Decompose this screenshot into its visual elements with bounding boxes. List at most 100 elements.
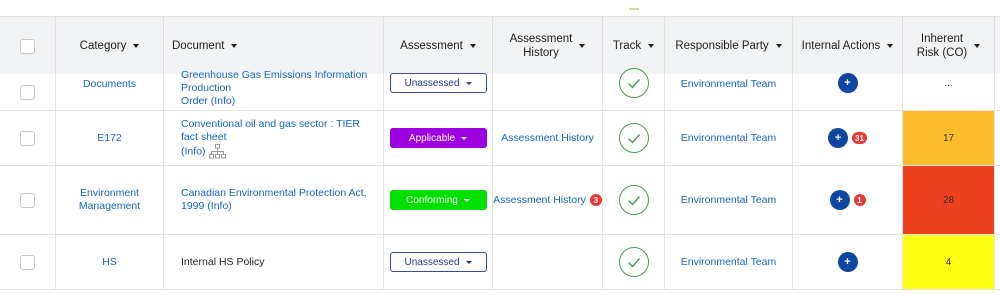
header-assessment-label: Assessment xyxy=(400,40,463,52)
document-link[interactable]: Conventional oil and gas sector : TIER f… xyxy=(181,118,377,159)
header-inherent-risk[interactable]: Inherent Risk (CO) xyxy=(903,17,995,75)
table-row: Environment Management Canadian Environme… xyxy=(0,166,1000,235)
document-link[interactable]: Canadian Environmental Protection Act, 1… xyxy=(181,187,377,213)
sort-caret-icon xyxy=(469,44,476,48)
partial-check-icon xyxy=(629,8,639,10)
check-circle-icon[interactable] xyxy=(618,185,649,215)
plus-icon[interactable]: + xyxy=(837,73,858,93)
header-responsible-party[interactable]: Responsible Party xyxy=(665,17,793,75)
chevron-down-icon xyxy=(463,198,470,202)
select-all-cell xyxy=(0,17,56,75)
header-document[interactable]: Document xyxy=(164,17,384,75)
history-count-badge: 3 xyxy=(589,194,602,206)
plus-icon[interactable]: + xyxy=(837,252,858,272)
document-link[interactable]: Greenhouse Gas Emissions Information Pro… xyxy=(181,69,377,108)
chevron-down-icon xyxy=(465,260,472,264)
check-circle-icon[interactable] xyxy=(618,68,649,98)
table-header: Category Document Assessment Assessment H… xyxy=(0,16,1000,75)
category-cell: Documents xyxy=(56,74,164,110)
chevron-down-icon xyxy=(465,81,472,85)
internal-actions-cell: + xyxy=(793,235,903,289)
row-checkbox[interactable] xyxy=(20,84,35,100)
header-category[interactable]: Category xyxy=(56,17,164,75)
risk-value: 17 xyxy=(942,132,955,144)
responsible-party-cell: Environmental Team xyxy=(665,166,793,234)
select-all-checkbox[interactable] xyxy=(20,38,35,54)
row-checkbox[interactable] xyxy=(20,254,35,270)
category-link[interactable]: Environment Management xyxy=(79,187,140,213)
header-assessment[interactable]: Assessment xyxy=(384,17,493,75)
assessment-dropdown[interactable]: Unassessed xyxy=(389,73,487,93)
table-row: HS Internal HS Policy Unassessed Environ… xyxy=(0,235,1000,290)
header-internal-actions[interactable]: Internal Actions xyxy=(793,17,903,75)
responsible-party-link[interactable]: Environmental Team xyxy=(681,132,777,145)
sort-caret-icon xyxy=(231,44,238,48)
header-assessment-history[interactable]: Assessment History xyxy=(493,17,603,75)
compliance-table: Category Document Assessment Assessment H… xyxy=(0,0,1000,295)
track-cell xyxy=(603,111,665,165)
sort-caret-icon xyxy=(974,44,981,48)
assessment-cell: Conforming xyxy=(384,166,493,234)
category-cell: E172 xyxy=(56,111,164,165)
header-inherent-risk-label: Inherent Risk (CO) xyxy=(916,33,968,59)
row-select-cell xyxy=(0,111,56,165)
track-cell xyxy=(603,68,665,110)
header-internal-actions-label: Internal Actions xyxy=(801,40,881,52)
category-cell: Environment Management xyxy=(56,166,164,234)
header-category-label: Category xyxy=(79,40,127,52)
internal-actions-cell: + xyxy=(793,73,903,110)
responsible-party-cell: Environmental Team xyxy=(665,111,793,165)
table-row: E172 Conventional oil and gas sector : T… xyxy=(0,111,1000,166)
responsible-party-cell: Environmental Team xyxy=(665,235,793,289)
assessment-dropdown[interactable]: Unassessed xyxy=(389,252,487,272)
document-cell: Greenhouse Gas Emissions Information Pro… xyxy=(164,69,384,110)
document-cell: Conventional oil and gas sector : TIER f… xyxy=(164,111,384,165)
check-circle-icon[interactable] xyxy=(618,123,649,153)
responsible-party-cell: Environmental Team xyxy=(665,74,793,110)
row-checkbox[interactable] xyxy=(20,192,35,208)
document-name[interactable]: Internal HS Policy xyxy=(181,256,264,268)
header-assessment-history-label: Assessment History xyxy=(509,33,573,59)
header-track-label: Track xyxy=(612,40,642,52)
hierarchy-icon[interactable] xyxy=(208,143,226,159)
assessment-cell: Unassessed xyxy=(384,73,493,110)
chevron-down-icon xyxy=(461,136,468,140)
assessment-dropdown[interactable]: Applicable xyxy=(389,128,487,148)
row-select-cell xyxy=(0,74,56,110)
internal-actions-cell: + 31 xyxy=(793,111,903,165)
category-link[interactable]: E172 xyxy=(97,132,122,145)
risk-value: 28 xyxy=(942,194,955,206)
internal-actions-cell: + 1 xyxy=(793,166,903,234)
row-checkbox[interactable] xyxy=(20,130,35,146)
plus-icon[interactable]: + xyxy=(829,190,850,210)
assessment-history-link[interactable]: Assessment History xyxy=(493,194,586,207)
track-cell xyxy=(603,235,665,289)
responsible-party-link[interactable]: Environmental Team xyxy=(681,194,777,207)
history-cell xyxy=(493,74,603,110)
responsible-party-link[interactable]: Environmental Team xyxy=(681,256,777,269)
category-link[interactable]: Documents xyxy=(83,78,136,91)
sort-caret-icon xyxy=(579,44,586,48)
row-select-cell xyxy=(0,235,56,289)
risk-value: ... xyxy=(944,78,953,89)
inherent-risk-cell: 4 xyxy=(903,235,995,289)
check-circle-icon[interactable] xyxy=(618,247,649,277)
responsible-party-link[interactable]: Environmental Team xyxy=(681,78,777,91)
header-track[interactable]: Track xyxy=(603,17,665,75)
document-cell: Internal HS Policy xyxy=(164,235,384,289)
plus-icon[interactable]: + xyxy=(828,128,849,148)
category-link[interactable]: HS xyxy=(102,256,117,269)
actions-count-badge: 1 xyxy=(853,194,866,206)
history-cell: Assessment History 3 xyxy=(493,166,603,234)
sort-caret-icon xyxy=(133,44,140,48)
assessment-dropdown[interactable]: Conforming xyxy=(389,190,487,210)
table-row: Documents Greenhouse Gas Emissions Infor… xyxy=(0,68,1000,111)
sort-caret-icon xyxy=(887,44,894,48)
header-responsible-party-label: Responsible Party xyxy=(675,40,769,52)
header-document-label: Document xyxy=(172,40,225,52)
inherent-risk-cell: 17 xyxy=(903,111,995,165)
assessment-history-link[interactable]: Assessment History xyxy=(501,132,594,145)
assessment-cell: Applicable xyxy=(384,111,493,165)
history-cell xyxy=(493,235,603,289)
inherent-risk-cell: 28 xyxy=(903,166,995,234)
